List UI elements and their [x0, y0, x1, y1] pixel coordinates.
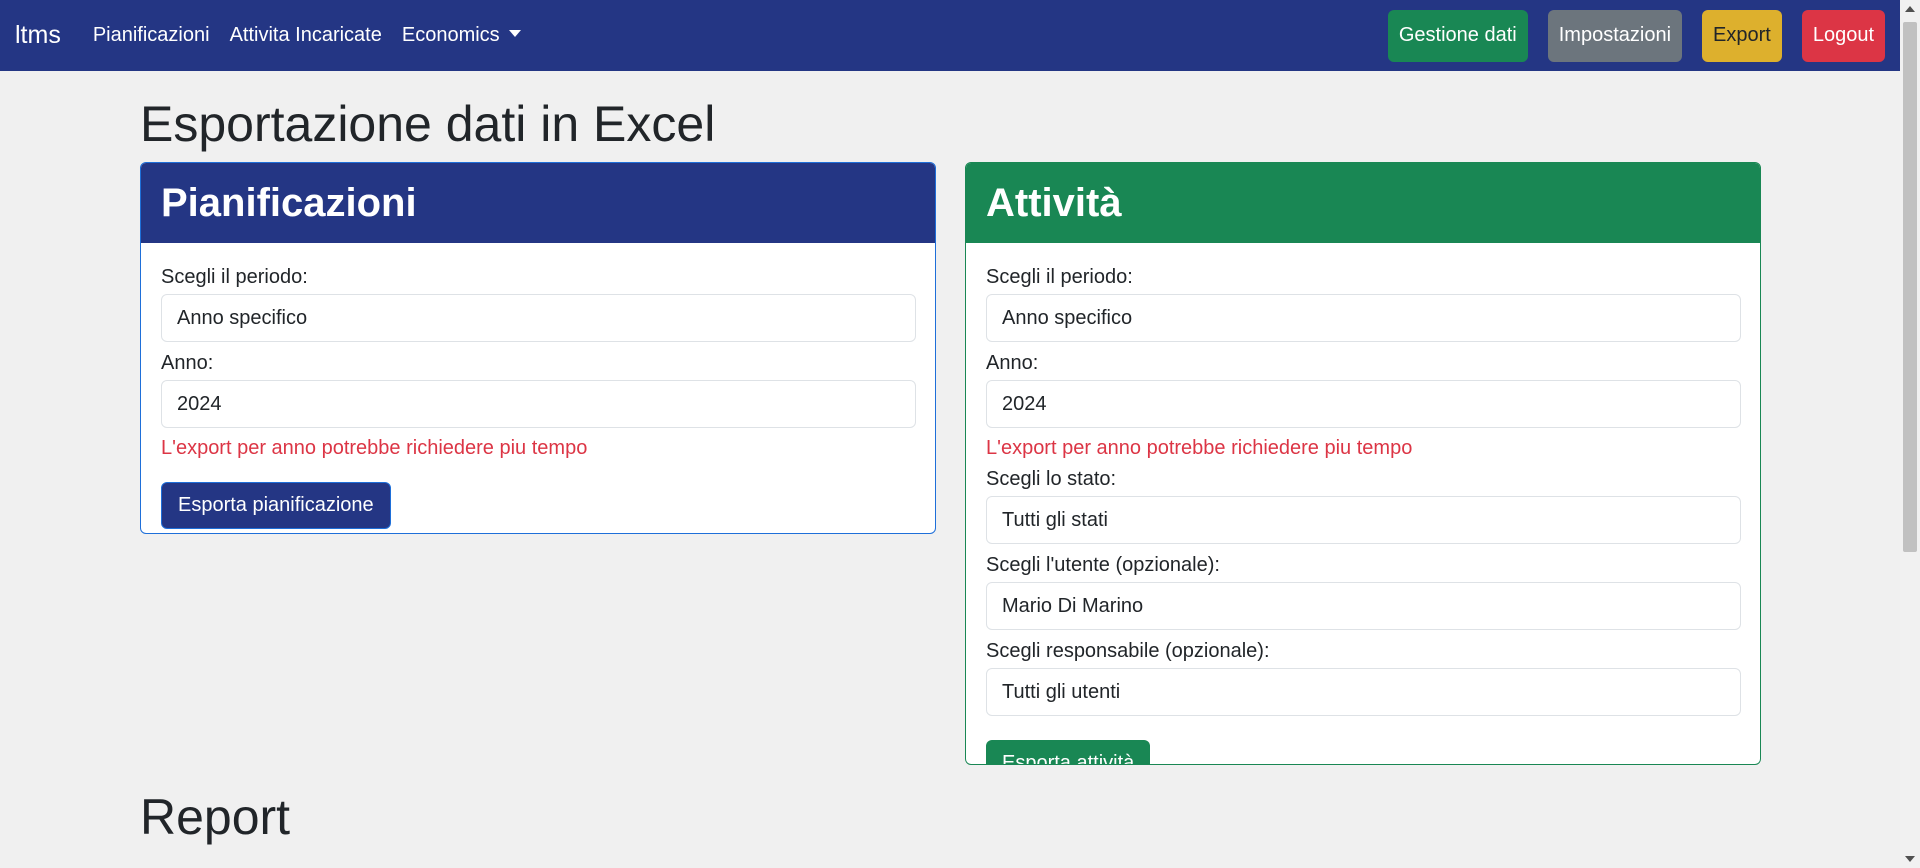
pianificazioni-card: Pianificazioni Scegli il periodo: Anno: …	[140, 162, 936, 534]
pian-periodo-select[interactable]	[161, 294, 916, 342]
pianificazioni-card-body: Scegli il periodo: Anno: L'export per an…	[141, 243, 935, 529]
attivita-card: Attività Scegli il periodo: Anno: L'expo…	[965, 162, 1761, 765]
att-responsabile-label: Scegli responsabile (opzionale):	[986, 640, 1270, 662]
nav-attivita-incaricate[interactable]: Attivita Incaricate	[230, 24, 382, 47]
nav-actions: Gestione dati Impostazioni Export Logout	[1368, 9, 1885, 62]
att-responsabile-select[interactable]	[986, 668, 1741, 716]
scroll-up-arrow-icon[interactable]	[1905, 6, 1915, 12]
nav-economics-label: Economics	[401, 24, 500, 46]
att-utente-select[interactable]	[986, 582, 1741, 630]
att-utente-label: Scegli l'utente (opzionale):	[986, 554, 1220, 576]
scroll-down-arrow-icon[interactable]	[1905, 856, 1915, 862]
att-periodo-label: Scegli il periodo:	[986, 266, 1133, 288]
report-section-title: Report	[140, 789, 291, 845]
chevron-down-icon	[508, 30, 521, 38]
pian-anno-field[interactable]	[161, 380, 916, 428]
impostazioni-button[interactable]: Impostazioni	[1547, 9, 1683, 62]
nav-economics-dropdown[interactable]: Economics	[402, 24, 521, 47]
att-stato-select[interactable]	[986, 496, 1741, 544]
pian-periodo-label: Scegli il periodo:	[161, 266, 308, 288]
page-title: Esportazione dati in Excel	[140, 96, 716, 152]
attivita-card-body: Scegli il periodo: Anno: L'export per an…	[966, 243, 1760, 764]
att-stato-label: Scegli lo stato:	[986, 468, 1117, 490]
attivita-card-title: Attività	[966, 163, 1760, 243]
nav-pianificazioni[interactable]: Pianificazioni	[93, 24, 210, 47]
top-navbar: ltms Pianificazioni Attivita Incaricate …	[0, 0, 1900, 71]
vertical-scrollbar[interactable]	[1900, 0, 1920, 868]
scrollbar-thumb[interactable]	[1903, 22, 1917, 552]
esporta-pianificazione-button[interactable]: Esporta pianificazione	[161, 482, 391, 529]
gestione-dati-button[interactable]: Gestione dati	[1387, 9, 1528, 62]
logout-button[interactable]: Logout	[1801, 9, 1885, 62]
export-button[interactable]: Export	[1702, 9, 1782, 62]
att-anno-label: Anno:	[986, 352, 1039, 374]
brand-logo[interactable]: ltms	[15, 21, 61, 50]
pian-warning-text: L'export per anno potrebbe richiedere pi…	[161, 437, 588, 459]
esporta-attivita-button[interactable]: Esporta attività	[986, 740, 1151, 764]
app-window: ltms Pianificazioni Attivita Incaricate …	[0, 0, 1900, 868]
pianificazioni-card-title: Pianificazioni	[141, 163, 935, 243]
att-warning-text: L'export per anno potrebbe richiedere pi…	[986, 437, 1413, 459]
pian-anno-label: Anno:	[161, 352, 214, 374]
att-anno-field[interactable]	[986, 380, 1741, 428]
att-periodo-select[interactable]	[986, 294, 1741, 342]
